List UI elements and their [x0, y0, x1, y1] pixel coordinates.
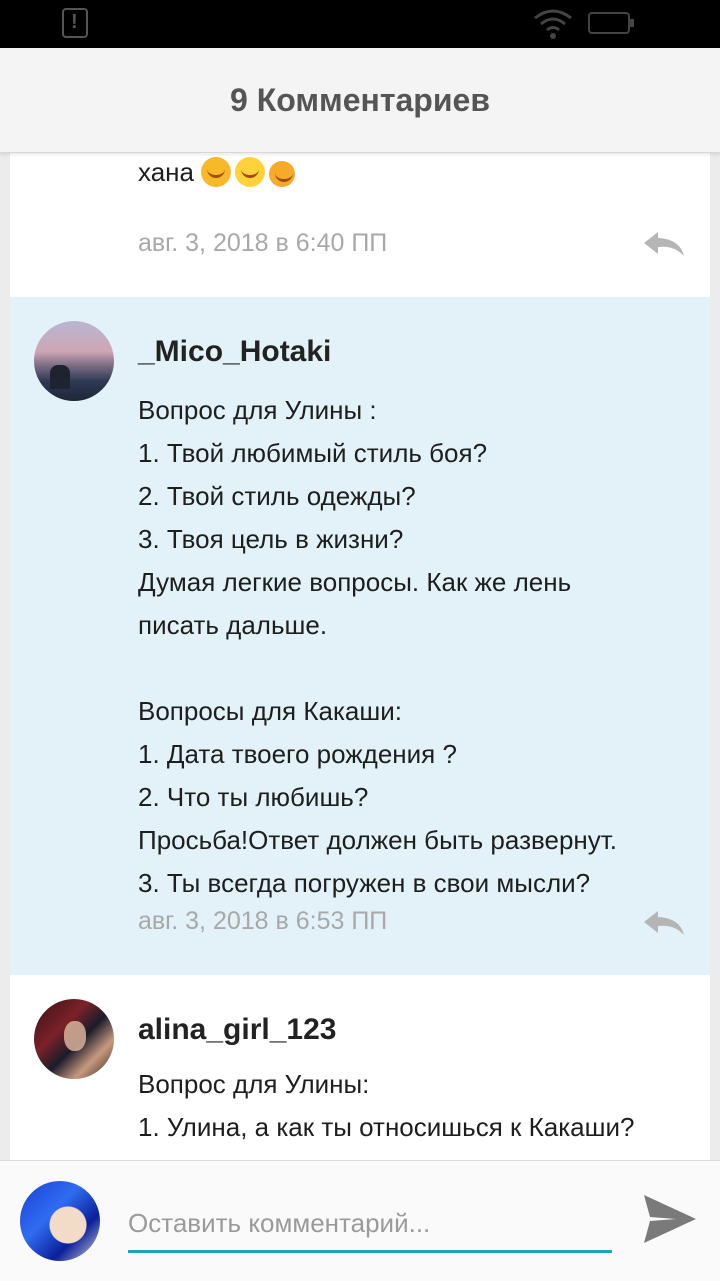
avatar[interactable] [34, 321, 114, 401]
comment-username[interactable]: _Mico_Hotaki [138, 335, 331, 369]
avatar[interactable] [34, 999, 114, 1079]
page-title: 9 Комментариев [230, 82, 490, 118]
comment-item: alina_girl_123 Вопрос для Улины: 1. Улин… [10, 975, 710, 1160]
comment-item: Пойду себе сразу копать могилу, ибо мне … [10, 152, 710, 297]
comment-text: Вопрос для Улины: 1. Улина, а как ты отн… [138, 1069, 666, 1160]
comment-username[interactable]: alina_girl_123 [138, 1013, 336, 1047]
laughing-emoji-icon [201, 157, 232, 187]
comment-input[interactable] [128, 1197, 612, 1253]
comment-timestamp: авг. 3, 2018 в 6:53 ПП [138, 907, 388, 935]
comment-timestamp: авг. 3, 2018 в 6:40 ПП [138, 229, 388, 257]
battery-icon [588, 12, 634, 34]
reply-icon[interactable] [642, 230, 686, 258]
comment-text: Вопрос для Улины : 1. Твой любимый стиль… [138, 395, 618, 898]
wifi-icon [534, 9, 572, 39]
smiling-emoji-icon [269, 161, 296, 187]
comment-compose-bar [0, 1160, 720, 1281]
sim-alert-icon [62, 8, 88, 38]
my-avatar [20, 1181, 100, 1261]
status-bar [0, 0, 720, 48]
comments-header: 9 Комментариев [0, 48, 720, 153]
comment-item: _Mico_Hotaki Вопрос для Улины : 1. Твой … [10, 297, 710, 975]
comment-text: Пойду себе сразу копать могилу, ибо мне … [138, 152, 639, 194]
reply-icon[interactable] [642, 909, 686, 937]
grinning-emoji-icon [235, 157, 266, 187]
comments-list[interactable]: Пойду себе сразу копать могилу, ибо мне … [0, 152, 720, 1160]
send-icon[interactable] [640, 1191, 700, 1247]
